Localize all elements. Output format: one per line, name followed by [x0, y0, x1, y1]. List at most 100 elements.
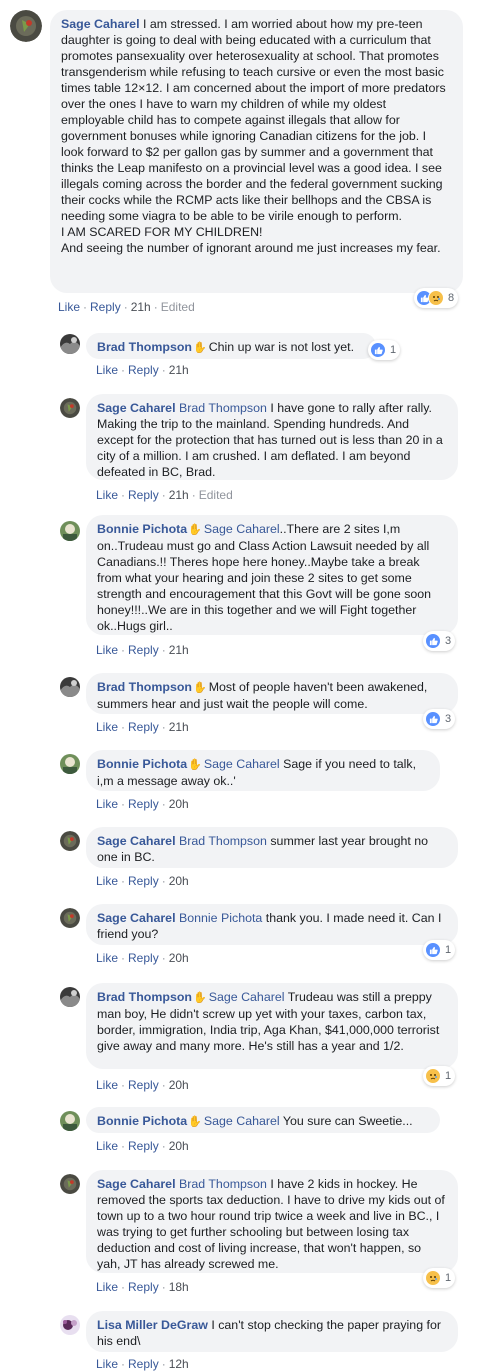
separator: ·	[121, 488, 126, 502]
separator: ·	[161, 488, 166, 502]
comment-actions: Like · Reply · 12h	[96, 1357, 189, 1371]
reaction-summary[interactable]: 1	[368, 340, 401, 360]
mention-link[interactable]: Brad Thompson	[179, 401, 267, 415]
like-link[interactable]: Like	[96, 643, 118, 657]
comment-bubble: Bonnie Pichota✋ Sage Caharel Sage if you …	[86, 750, 440, 791]
reaction-summary[interactable]: 3	[423, 631, 456, 651]
comment-bubble: Sage Caharel Brad Thompson summer last y…	[86, 827, 458, 868]
timestamp[interactable]: 21h	[169, 488, 189, 502]
reply-link[interactable]: Reply	[128, 363, 159, 377]
comment-author[interactable]: Brad Thompson	[97, 680, 192, 694]
like-link[interactable]: Like	[96, 797, 118, 811]
mention-link[interactable]: Sage Caharel	[204, 1114, 280, 1128]
like-link[interactable]: Like	[96, 874, 118, 888]
reply-link[interactable]: Reply	[128, 951, 159, 965]
reply-link[interactable]: Reply	[128, 1280, 159, 1294]
like-link[interactable]: Like	[96, 1280, 118, 1294]
edited-label[interactable]: Edited	[199, 488, 233, 502]
timestamp[interactable]: 20h	[169, 951, 189, 965]
separator: ·	[121, 1078, 126, 1092]
comment-author[interactable]: Bonnie Pichota	[97, 757, 187, 771]
comment-author[interactable]: Bonnie Pichota	[97, 1114, 187, 1128]
timestamp[interactable]: 18h	[169, 1280, 189, 1294]
like-link[interactable]: Like	[96, 951, 118, 965]
comment-author[interactable]: Sage Caharel	[61, 17, 140, 31]
comment-author[interactable]: Bonnie Pichota	[97, 522, 187, 536]
reply-link[interactable]: Reply	[128, 1078, 159, 1092]
reaction-summary[interactable]: 8	[414, 288, 459, 308]
comment-bubble: Sage Caharel Brad Thompson I have 2 kids…	[86, 1170, 458, 1273]
comment-bubble: Sage Caharel Brad Thompson I have gone t…	[86, 394, 458, 480]
comment-author[interactable]: Brad Thompson	[97, 340, 192, 354]
reaction-summary[interactable]: 1	[423, 1268, 456, 1288]
timestamp[interactable]: 21h	[169, 720, 189, 734]
avatar[interactable]	[60, 398, 80, 418]
edited-label[interactable]: Edited	[161, 300, 195, 314]
like-link[interactable]: Like	[96, 720, 118, 734]
hand-wave-icon: ✋	[193, 342, 207, 354]
like-link[interactable]: Like	[96, 1078, 118, 1092]
like-link[interactable]: Like	[96, 363, 118, 377]
comment-text: ..There are 2 sites I,m on..Trudeau must…	[97, 522, 432, 633]
separator: ·	[161, 643, 166, 657]
comment-author[interactable]: Sage Caharel	[97, 834, 176, 848]
mention-link[interactable]: Sage Caharel	[209, 990, 285, 1004]
avatar[interactable]	[60, 1315, 80, 1335]
avatar[interactable]	[60, 521, 80, 541]
reaction-count: 3	[445, 635, 452, 647]
timestamp[interactable]: 20h	[169, 874, 189, 888]
avatar[interactable]	[60, 334, 80, 354]
avatar[interactable]	[60, 831, 80, 851]
mention-link[interactable]: Brad Thompson	[179, 834, 267, 848]
separator: ·	[161, 1078, 166, 1092]
avatar[interactable]	[60, 1174, 80, 1194]
mention-link[interactable]: Sage Caharel	[204, 522, 280, 536]
reply-link[interactable]: Reply	[128, 488, 159, 502]
hand-wave-icon: ✋	[193, 682, 207, 694]
reply-link[interactable]: Reply	[128, 1357, 159, 1371]
mention-link[interactable]: Bonnie Pichota	[179, 911, 262, 925]
timestamp[interactable]: 21h	[169, 363, 189, 377]
timestamp[interactable]: 21h	[131, 300, 151, 314]
avatar[interactable]	[60, 987, 80, 1007]
comment-actions: Like · Reply · 21h	[96, 720, 189, 734]
timestamp[interactable]: 12h	[169, 1357, 189, 1371]
reply-link[interactable]: Reply	[90, 300, 121, 314]
timestamp[interactable]: 21h	[169, 643, 189, 657]
reply-link[interactable]: Reply	[128, 797, 159, 811]
comment-author[interactable]: Sage Caharel	[97, 1177, 176, 1191]
reply-link[interactable]: Reply	[128, 1139, 159, 1153]
comment-text: Chin up war is not lost yet.	[208, 340, 355, 354]
reply-link[interactable]: Reply	[128, 720, 159, 734]
separator: ·	[121, 720, 126, 734]
like-link[interactable]: Like	[96, 1357, 118, 1371]
avatar[interactable]	[60, 677, 80, 697]
comment-actions: Like · Reply · 21h	[96, 363, 189, 377]
reply-link[interactable]: Reply	[128, 874, 159, 888]
timestamp[interactable]: 20h	[169, 797, 189, 811]
reaction-count: 1	[445, 1272, 452, 1284]
like-link[interactable]: Like	[96, 1139, 118, 1153]
separator: ·	[123, 300, 128, 314]
comment-author[interactable]: Sage Caharel	[97, 911, 176, 925]
avatar[interactable]	[60, 908, 80, 928]
comment-author[interactable]: Sage Caharel	[97, 401, 176, 415]
comment-bubble: Bonnie Pichota✋ Sage Caharel..There are 2…	[86, 515, 458, 635]
reply-link[interactable]: Reply	[128, 643, 159, 657]
hand-wave-icon: ✋	[193, 992, 207, 1004]
reaction-summary[interactable]: 1	[423, 1066, 456, 1086]
like-link[interactable]: Like	[96, 488, 118, 502]
timestamp[interactable]: 20h	[169, 1139, 189, 1153]
comment-bubble: Brad Thompson✋ Chin up war is not lost ye…	[86, 333, 376, 359]
mention-link[interactable]: Sage Caharel	[204, 757, 280, 771]
avatar[interactable]	[60, 1111, 80, 1131]
avatar[interactable]	[60, 754, 80, 774]
mention-link[interactable]: Brad Thompson	[179, 1177, 267, 1191]
reaction-summary[interactable]: 3	[423, 709, 456, 729]
like-link[interactable]: Like	[58, 300, 80, 314]
avatar[interactable]	[10, 10, 42, 42]
timestamp[interactable]: 20h	[169, 1078, 189, 1092]
comment-author[interactable]: Brad Thompson	[97, 990, 192, 1004]
reaction-summary[interactable]: 1	[423, 940, 456, 960]
comment-author[interactable]: Lisa Miller DeGraw	[97, 1318, 208, 1332]
